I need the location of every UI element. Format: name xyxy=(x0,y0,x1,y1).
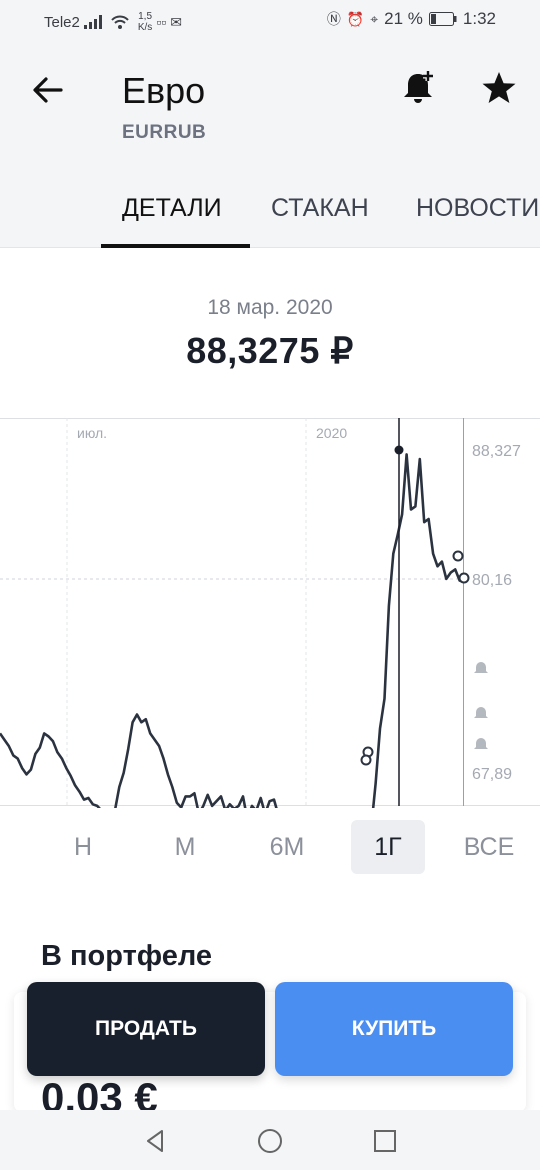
tab-bar: ДЕТАЛИ СТАКАН НОВОСТИ xyxy=(0,190,540,248)
instrument-title: Евро xyxy=(122,70,206,111)
nav-home-icon[interactable] xyxy=(255,1126,285,1156)
period-week[interactable]: Н xyxy=(46,820,120,874)
mail-icon: ✉ xyxy=(170,13,182,30)
price-value: 88,3275 ₽ xyxy=(186,330,354,371)
y-tick-67: 67,89 xyxy=(472,766,512,783)
back-button[interactable] xyxy=(28,70,68,110)
y-tick-88: 88,327 xyxy=(472,443,521,460)
bell-icon xyxy=(474,738,488,749)
y-tick-80: 80,16 xyxy=(472,572,512,589)
status-bar: Tele2 1,5 K/s ▫▫ ✉ Ⓝ ⏰ ⌖ 21 % 1:32 xyxy=(0,0,540,40)
trade-marker xyxy=(452,550,464,562)
add-alert-button[interactable] xyxy=(402,70,436,106)
battery-icon xyxy=(428,12,457,26)
location-icon: ⌖ xyxy=(370,10,379,27)
tab-details[interactable]: ДЕТАЛИ xyxy=(122,194,222,223)
bell-plus-icon xyxy=(404,71,433,103)
battery-level: 21 % xyxy=(384,9,423,28)
trade-marker xyxy=(458,572,470,584)
period-selector: Н М 6М 1Г ВСЕ xyxy=(0,820,540,876)
nav-recents-icon[interactable] xyxy=(370,1126,400,1156)
system-nav-bar xyxy=(0,1110,540,1170)
alert-markers xyxy=(474,662,488,749)
price-chart[interactable]: июл. 2020 88,327 80,16 67,89 xyxy=(0,418,540,808)
arrow-left-icon xyxy=(33,77,63,103)
active-tab-indicator xyxy=(101,244,250,248)
nfc-icon: Ⓝ xyxy=(326,11,341,27)
period-all[interactable]: ВСЕ xyxy=(452,820,526,874)
instrument-ticker: EURRUB xyxy=(122,122,207,143)
signal-icon xyxy=(83,15,102,29)
app-header: Евро EURRUB ДЕТАЛИ СТАКАН НОВОСТИ xyxy=(0,40,540,248)
crosshair-point xyxy=(394,445,404,455)
x-tick-jul: июл. xyxy=(77,425,107,441)
favorite-button[interactable] xyxy=(480,70,518,106)
portfolio-title: В портфеле xyxy=(41,940,213,972)
period-1-year[interactable]: 1Г xyxy=(351,820,425,874)
clock: 1:32 xyxy=(462,9,496,28)
tab-order-book[interactable]: СТАКАН xyxy=(271,194,369,223)
period-month[interactable]: М xyxy=(148,820,222,874)
wifi-icon xyxy=(111,15,129,29)
bell-icon xyxy=(474,662,488,673)
trade-marker xyxy=(360,754,372,766)
alarm-icon: ⏰ xyxy=(346,10,365,27)
trade-markers xyxy=(360,550,470,766)
price-line xyxy=(0,453,465,808)
voicemail-icon: ▫▫ xyxy=(156,14,167,30)
x-tick-2020: 2020 xyxy=(316,425,347,441)
tab-news[interactable]: НОВОСТИ xyxy=(416,194,539,223)
buy-button[interactable]: КУПИТЬ xyxy=(275,982,513,1076)
sell-button[interactable]: ПРОДАТЬ xyxy=(27,982,265,1076)
price-date: 18 мар. 2020 xyxy=(207,296,333,319)
star-icon xyxy=(482,72,516,103)
period-6-months[interactable]: 6М xyxy=(250,820,324,874)
carrier-label: Tele2 xyxy=(44,13,80,31)
nav-back-icon[interactable] xyxy=(140,1126,170,1156)
bell-icon xyxy=(474,707,488,718)
network-speed: 1,5 K/s xyxy=(137,11,153,33)
